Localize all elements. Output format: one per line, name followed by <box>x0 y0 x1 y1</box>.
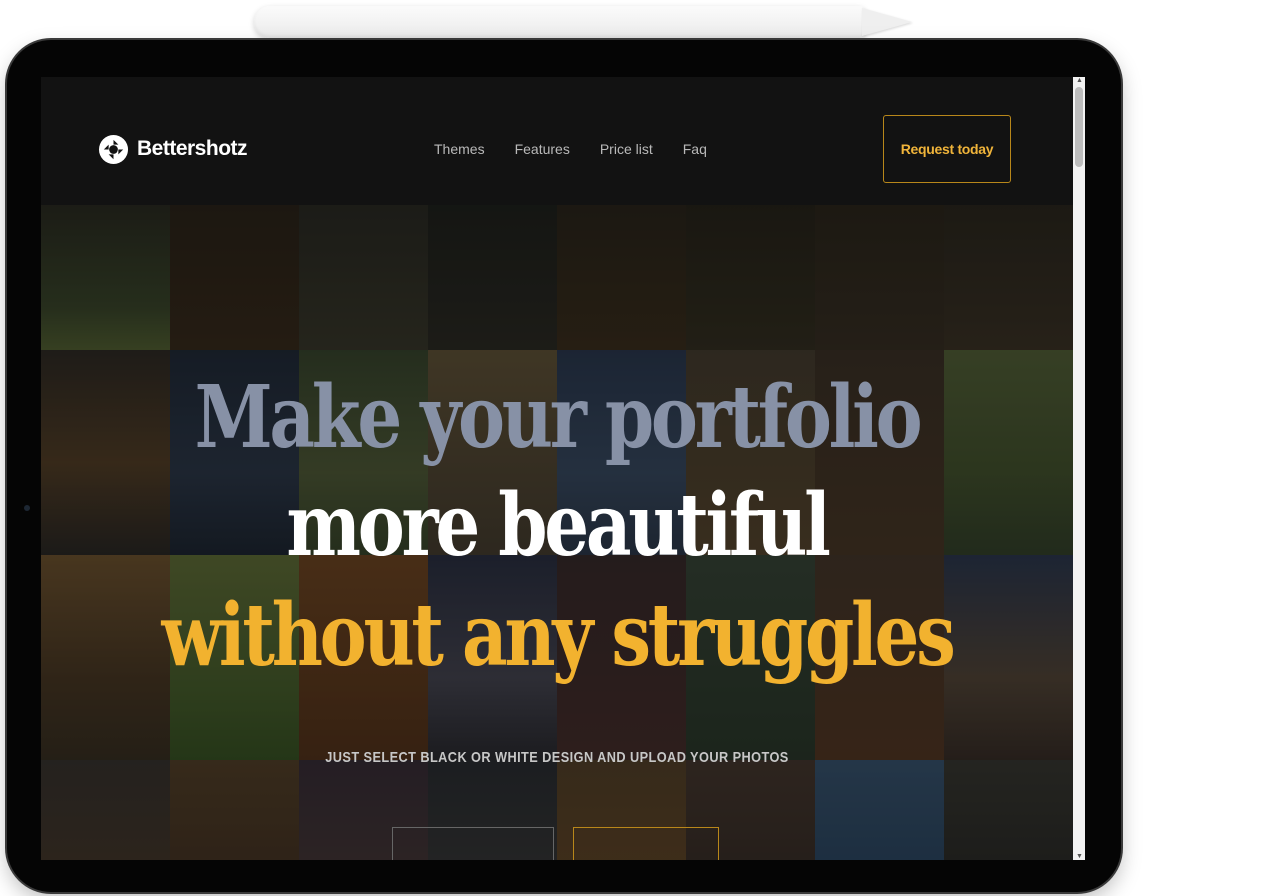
nav-menu: Themes Features Price list Faq <box>434 141 737 157</box>
hero-button-primary[interactable] <box>573 827 719 860</box>
request-today-button[interactable]: Request today <box>883 115 1011 183</box>
hero-title-line-2: more beautiful <box>286 475 830 576</box>
brand-name[interactable]: Bettershotz <box>137 137 248 161</box>
apple-pencil <box>254 6 864 38</box>
scroll-up-icon[interactable]: ▲ <box>1076 77 1083 84</box>
apple-pencil-tip <box>862 8 912 36</box>
hero-button-secondary[interactable] <box>392 827 554 860</box>
scrollbar[interactable]: ▲ ▼ <box>1073 77 1085 860</box>
nav-item-features[interactable]: Features <box>515 141 570 157</box>
nav-item-themes[interactable]: Themes <box>434 141 485 157</box>
top-navigation: Bettershotz Themes Features Price list F… <box>41 77 1073 205</box>
browser-screen: Bettershotz Themes Features Price list F… <box>41 77 1085 860</box>
hero-subtitle: JUST SELECT BLACK OR WHITE DESIGN AND UP… <box>325 749 789 766</box>
nav-item-faq[interactable]: Faq <box>683 141 707 157</box>
camera-icon <box>24 505 30 511</box>
hero-title-line-1: Make your portfolio <box>194 367 923 468</box>
aperture-icon[interactable] <box>98 126 129 173</box>
hero-title-line-3: without any struggles <box>161 585 955 686</box>
nav-item-price-list[interactable]: Price list <box>600 141 653 157</box>
scrollbar-thumb[interactable] <box>1075 87 1083 167</box>
scroll-down-icon[interactable]: ▼ <box>1076 853 1083 860</box>
hero-section: Make your portfolio more beautiful witho… <box>41 205 1073 860</box>
